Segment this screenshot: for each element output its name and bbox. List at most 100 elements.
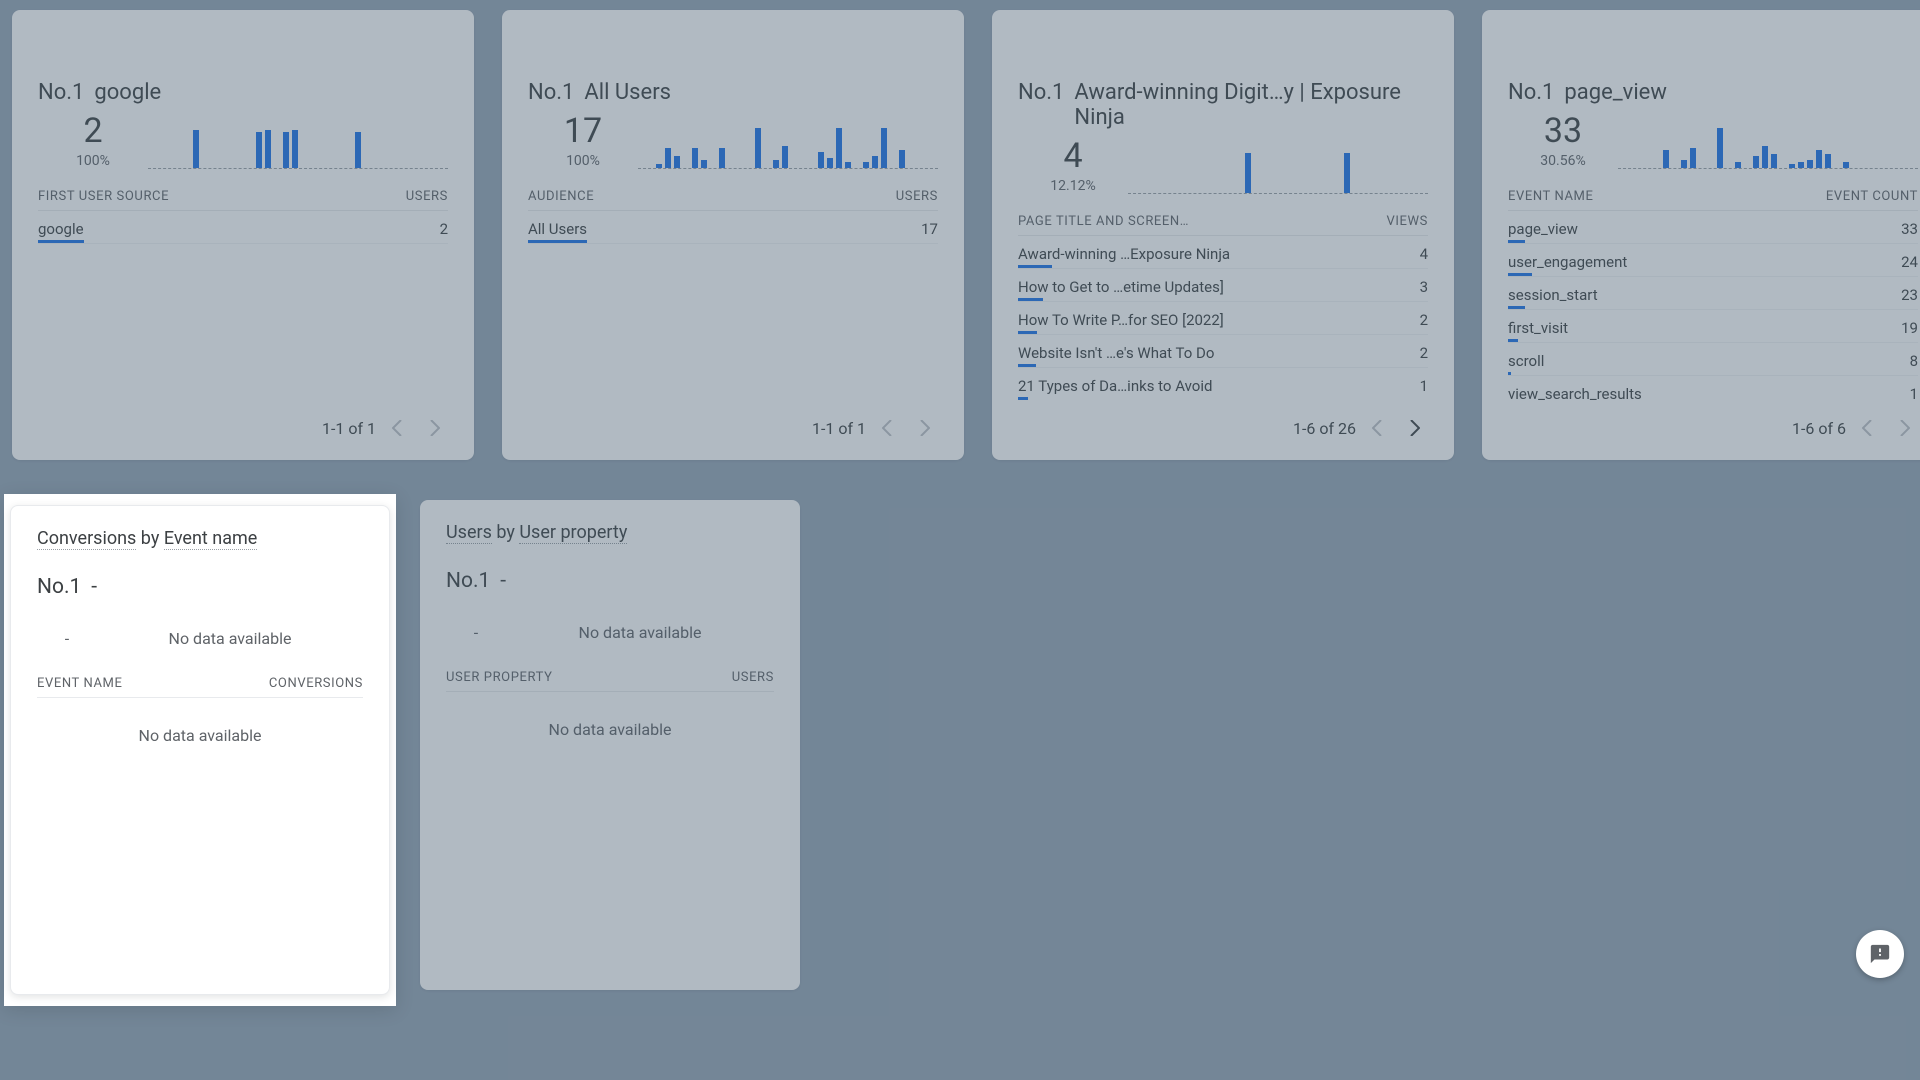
- rank-label: No.1: [38, 80, 84, 105]
- rank-line: No.1 Award-winning Digit…y | Exposure Nin…: [1018, 80, 1428, 130]
- title-metric[interactable]: Users: [446, 522, 492, 544]
- no-data-chart: No data available: [97, 629, 363, 648]
- row-name: How to Get to …etime Updates]: [1018, 278, 1224, 296]
- rank-line: No.1page_view: [1508, 80, 1918, 105]
- table-row[interactable]: How to Get to …etime Updates] 3: [1018, 269, 1428, 302]
- table-row[interactable]: 21 Types of Da…inks to Avoid 1: [1018, 368, 1428, 400]
- row-value: 17: [921, 220, 938, 238]
- title-metric[interactable]: Conversions: [37, 528, 136, 550]
- column-header-2: USERS: [406, 189, 448, 204]
- rank-label: No.1: [528, 80, 574, 105]
- table-row[interactable]: How To Write P…for SEO [2022] 2: [1018, 302, 1428, 335]
- rank-label: No.1: [1018, 80, 1064, 105]
- card-title: Users by User property: [446, 522, 774, 543]
- row-name: How To Write P…for SEO [2022]: [1018, 311, 1224, 329]
- row-name: All Users: [528, 220, 587, 238]
- row-value: 1: [1910, 385, 1918, 400]
- table-row[interactable]: All Users 17: [528, 211, 938, 244]
- row-name: page_view: [1508, 220, 1578, 238]
- pager-prev[interactable]: [1854, 414, 1882, 442]
- feedback-button[interactable]: [1856, 930, 1904, 978]
- no-data-row: No data available: [37, 698, 363, 773]
- pager-next[interactable]: [1890, 414, 1918, 442]
- pager-next[interactable]: [420, 414, 448, 442]
- pager-range: 1-6 of 26: [1293, 419, 1356, 438]
- pager-range: 1-1 of 1: [812, 419, 866, 438]
- row-value: 2: [1420, 344, 1428, 362]
- no-data-chart: No data available: [506, 623, 774, 642]
- metric-value: 2: [38, 111, 148, 151]
- metric-value: -: [446, 623, 506, 642]
- table-row[interactable]: Award-winning …Exposure Ninja 4: [1018, 236, 1428, 269]
- pager-range: 1-6 of 6: [1792, 419, 1846, 438]
- highlighted-card-wrap: Conversions by Event nameNo.1--No data a…: [4, 494, 396, 1006]
- pager-next[interactable]: [910, 414, 938, 442]
- analytics-card: No.1 All Users 17 100% AUDIENCE USERS All User…: [502, 10, 964, 460]
- sparkline-chart: [638, 121, 938, 169]
- rank-line: No.1-: [37, 575, 363, 599]
- row-value: 2: [1420, 311, 1428, 329]
- column-header-1: EVENT NAME: [37, 676, 122, 691]
- title-by: by: [492, 522, 519, 543]
- card-title: Conversions by Event name: [37, 528, 363, 549]
- users-by-user-property-card[interactable]: Users by User propertyNo.1--No data avai…: [420, 500, 800, 990]
- metric-pct: 12.12%: [1018, 178, 1128, 194]
- rank-line: No.1 google: [38, 80, 448, 105]
- rank-name: All Users: [584, 80, 671, 105]
- row-name: session_start: [1508, 286, 1598, 304]
- analytics-card: No.1page_view3330.56%EVENT NAMEEVENT COU…: [1482, 10, 1920, 460]
- row-name: 21 Types of Da…inks to Avoid: [1018, 377, 1212, 395]
- pager-prev[interactable]: [1364, 414, 1392, 442]
- row-value: 24: [1901, 253, 1918, 271]
- table-row[interactable]: page_view 33: [1508, 211, 1918, 244]
- rank-name: Award-winning Digit…y | Exposure Ninja: [1074, 80, 1428, 130]
- conversions-by-event-card[interactable]: Conversions by Event nameNo.1--No data a…: [10, 505, 390, 995]
- column-header-2: USERS: [732, 670, 774, 685]
- pager-prev[interactable]: [874, 414, 902, 442]
- title-dimension[interactable]: User property: [519, 522, 627, 544]
- feedback-icon: [1869, 943, 1891, 965]
- row-value: 1: [1420, 377, 1428, 395]
- metric-value: 4: [1018, 136, 1128, 176]
- table-row[interactable]: scroll8: [1508, 343, 1918, 376]
- metric-value: 33: [1508, 111, 1618, 151]
- sparkline-chart: [148, 121, 448, 169]
- table-row[interactable]: google 2: [38, 211, 448, 244]
- no-data-row: No data available: [446, 692, 774, 767]
- row-name: google: [38, 220, 84, 238]
- title-by: by: [136, 528, 163, 549]
- metric-value: -: [37, 629, 97, 648]
- row-value: 4: [1420, 245, 1428, 263]
- pager-range: 1-1 of 1: [322, 419, 376, 438]
- analytics-card: No.1 Award-winning Digit…y | Exposure Nin…: [992, 10, 1454, 460]
- table-row[interactable]: first_visit19: [1508, 310, 1918, 343]
- row-name: Award-winning …Exposure Ninja: [1018, 245, 1230, 263]
- column-header-2: EVENT COUNT: [1826, 189, 1918, 204]
- table-row[interactable]: user_engagement 24: [1508, 244, 1918, 277]
- rank-name: -: [500, 569, 506, 593]
- title-dimension[interactable]: Event name: [164, 528, 258, 550]
- column-header-1: PAGE TITLE AND SCREEN…: [1018, 214, 1189, 229]
- row-name: user_engagement: [1508, 253, 1627, 271]
- column-header-1: FIRST USER SOURCE: [38, 189, 169, 204]
- row-name: Website Isn't …e's What To Do: [1018, 344, 1214, 362]
- row-value: 2: [440, 220, 448, 238]
- row-value: 8: [1910, 352, 1918, 370]
- rank-label: No.1: [1508, 80, 1554, 105]
- rank-name: google: [94, 80, 161, 105]
- column-header-2: CONVERSIONS: [269, 676, 363, 691]
- pager-next[interactable]: [1400, 414, 1428, 442]
- row-value: 33: [1901, 220, 1918, 238]
- column-header-2: VIEWS: [1387, 214, 1428, 229]
- table-row[interactable]: Website Isn't …e's What To Do 2: [1018, 335, 1428, 368]
- sparkline-chart: [1128, 146, 1428, 194]
- column-header-1: USER PROPERTY: [446, 670, 553, 685]
- pager-prev[interactable]: [384, 414, 412, 442]
- metric-pct: 100%: [528, 153, 638, 169]
- row-value: 3: [1420, 278, 1428, 296]
- column-header-2: USERS: [896, 189, 938, 204]
- table-row[interactable]: view_search_results1: [1508, 376, 1918, 400]
- rank-line: No.1 All Users: [528, 80, 938, 105]
- column-header-1: AUDIENCE: [528, 189, 594, 204]
- table-row[interactable]: session_start23: [1508, 277, 1918, 310]
